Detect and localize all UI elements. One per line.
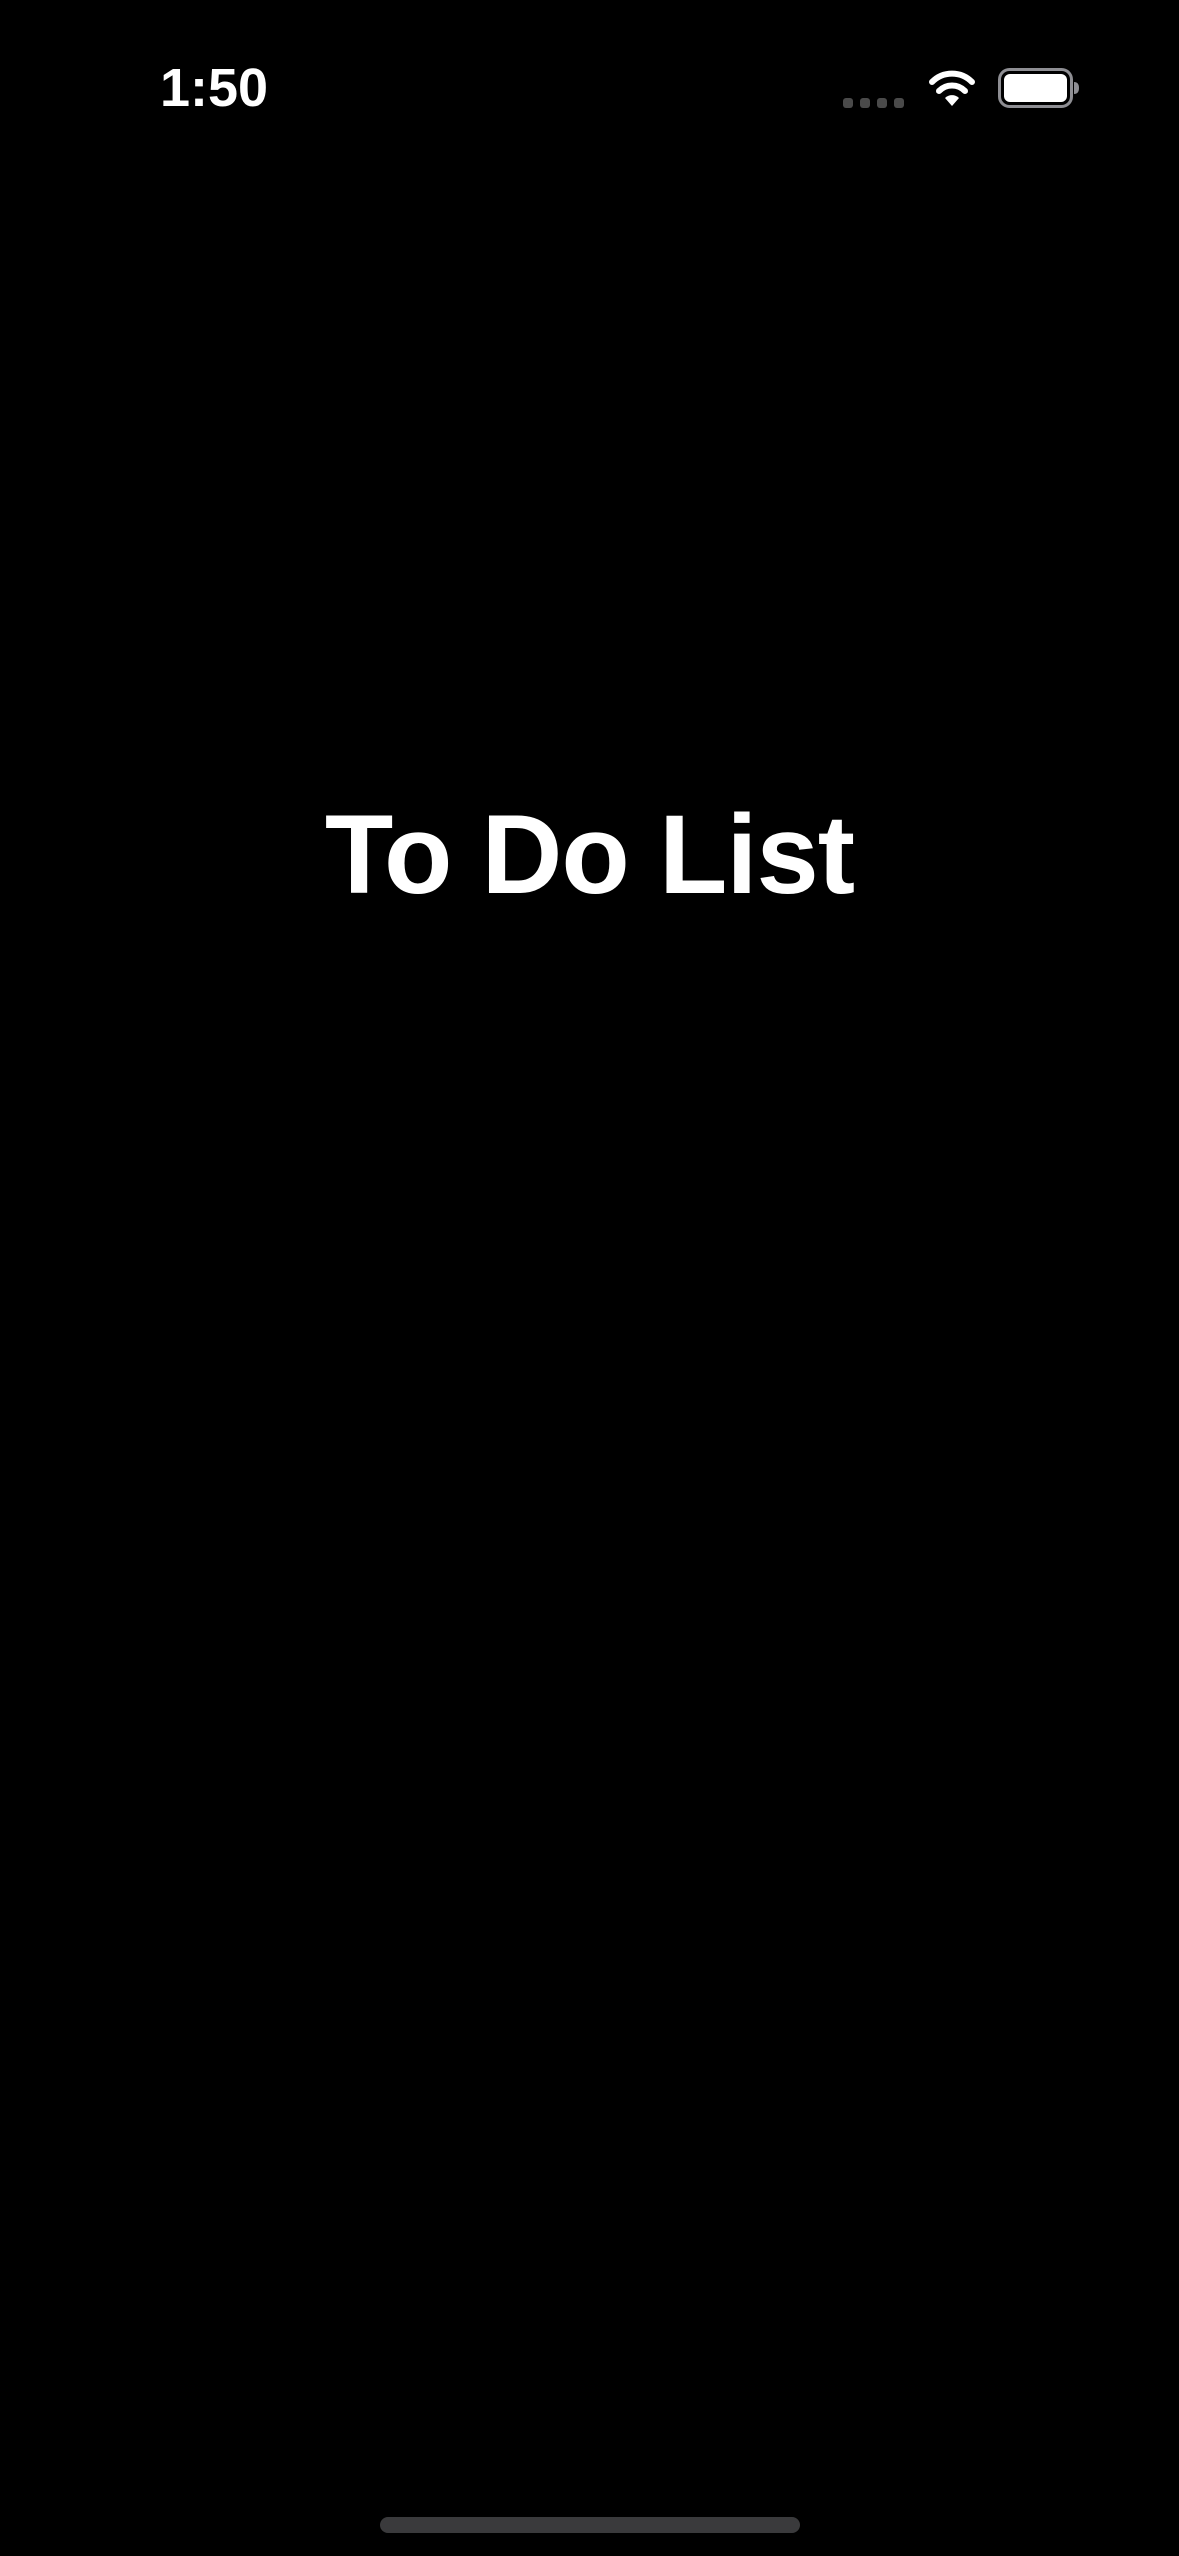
- battery-icon: [998, 68, 1079, 108]
- status-time: 1:50: [160, 58, 269, 118]
- cellular-signal-icon: [843, 98, 904, 108]
- page-title: To Do List: [324, 792, 855, 917]
- wifi-icon: [929, 70, 975, 106]
- status-bar: 1:50: [0, 0, 1179, 175]
- home-indicator[interactable]: [380, 2517, 800, 2533]
